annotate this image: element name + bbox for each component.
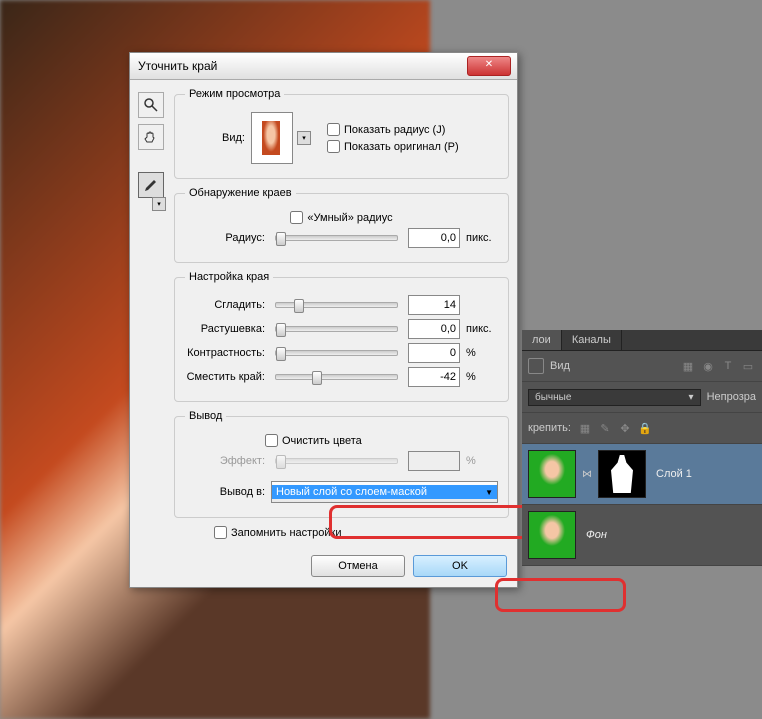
edge-detect-group: Обнаружение краев «Умный» радиус Радиус:… (174, 187, 509, 263)
adjust-legend: Настройка края (185, 271, 273, 283)
feather-slider[interactable] (275, 326, 398, 332)
output-group: Вывод Очистить цвета Эффект: % Вывод в: … (174, 410, 509, 518)
amount-label: Эффект: (185, 455, 265, 467)
adjust-edge-group: Настройка края Сгладить: Растушевка: пик… (174, 271, 509, 402)
tool-column: ▾ (138, 88, 170, 543)
layer-row[interactable]: Фон (522, 505, 762, 566)
layer-thumbnail[interactable] (528, 450, 576, 498)
contrast-label: Контрастность: (185, 347, 265, 359)
contrast-unit: % (466, 347, 498, 359)
lock-pixels-icon[interactable]: ▦ (577, 420, 593, 436)
panel-icon[interactable]: T (720, 358, 736, 374)
feather-label: Растушевка: (185, 323, 265, 335)
panels: лои Каналы Вид ▦ ◉ T ▭ бычные▾ Непрозра … (522, 330, 762, 566)
show-original-checkbox[interactable] (327, 140, 340, 153)
output-legend: Вывод (185, 410, 226, 422)
dialog-title: Уточнить край (134, 59, 217, 73)
layer-thumbnail[interactable] (528, 511, 576, 559)
show-radius-label: Показать радиус (J) (344, 124, 445, 136)
show-original-label: Показать оригинал (P) (344, 141, 459, 153)
refine-brush-tool[interactable] (138, 172, 164, 198)
layer-mask-thumbnail[interactable] (598, 450, 646, 498)
refine-edge-dialog: Уточнить край ✕ ▾ Режим просмотра Вид: ▾… (129, 52, 518, 588)
close-button[interactable]: ✕ (467, 56, 511, 76)
output-to-select[interactable]: Новый слой со слоем-маской (271, 481, 498, 503)
amount-input (408, 451, 460, 471)
layer-name[interactable]: Фон (582, 529, 756, 541)
smooth-slider[interactable] (275, 302, 398, 308)
opacity-label: Непрозра (707, 391, 756, 403)
output-to-value: Новый слой со слоем-маской (272, 485, 497, 499)
edge-detect-legend: Обнаружение краев (185, 187, 296, 199)
shift-label: Сместить край: (185, 371, 265, 383)
panel-icon[interactable]: ◉ (700, 358, 716, 374)
radius-input[interactable] (408, 228, 460, 248)
tool-dropdown[interactable]: ▾ (152, 197, 166, 211)
remember-label: Запомнить настройки (231, 527, 342, 539)
lock-all-icon[interactable]: 🔒 (637, 420, 653, 436)
remember-checkbox[interactable] (214, 526, 227, 539)
output-to-label: Вывод в: (185, 486, 265, 498)
hand-tool[interactable] (138, 124, 164, 150)
smooth-input[interactable] (408, 295, 460, 315)
lock-move-icon[interactable]: ✥ (617, 420, 633, 436)
layer-row[interactable]: ⋈ Слой 1 (522, 444, 762, 505)
view-dropdown[interactable]: ▾ (297, 131, 311, 145)
feather-unit: пикс. (466, 323, 498, 335)
radius-unit: пикс. (466, 232, 498, 244)
blend-mode-select[interactable]: бычные▾ (528, 389, 701, 406)
smart-radius-checkbox[interactable] (290, 211, 303, 224)
shift-slider[interactable] (275, 374, 398, 380)
shift-input[interactable] (408, 367, 460, 387)
view-label: Вид (550, 360, 570, 372)
lock-paint-icon[interactable]: ✎ (597, 420, 613, 436)
decontaminate-label: Очистить цвета (282, 435, 362, 447)
contrast-slider[interactable] (275, 350, 398, 356)
filter-icon[interactable] (528, 358, 544, 374)
smooth-label: Сгладить: (185, 299, 265, 311)
panel-icon[interactable]: ▭ (740, 358, 756, 374)
view-mode-legend: Режим просмотра (185, 88, 284, 100)
radius-slider[interactable] (275, 235, 398, 241)
amount-unit: % (466, 455, 498, 467)
panel-icon[interactable]: ▦ (680, 358, 696, 374)
cancel-button[interactable]: Отмена (311, 555, 405, 577)
decontaminate-checkbox[interactable] (265, 434, 278, 447)
view-label: Вид: (185, 132, 245, 144)
contrast-input[interactable] (408, 343, 460, 363)
smart-radius-label: «Умный» радиус (307, 212, 392, 224)
layer-name[interactable]: Слой 1 (652, 468, 756, 480)
show-radius-checkbox[interactable] (327, 123, 340, 136)
shift-unit: % (466, 371, 498, 383)
tab-channels[interactable]: Каналы (562, 330, 622, 350)
view-thumbnail[interactable] (251, 112, 293, 164)
titlebar[interactable]: Уточнить край ✕ (130, 53, 517, 80)
amount-slider (275, 458, 398, 464)
lock-label: крепить: (528, 422, 571, 434)
tab-layers[interactable]: лои (522, 330, 562, 350)
feather-input[interactable] (408, 319, 460, 339)
radius-label: Радиус: (185, 232, 265, 244)
link-icon[interactable]: ⋈ (582, 451, 592, 497)
zoom-tool[interactable] (138, 92, 164, 118)
ok-button[interactable]: OK (413, 555, 507, 577)
view-mode-group: Режим просмотра Вид: ▾ Показать радиус (… (174, 88, 509, 179)
